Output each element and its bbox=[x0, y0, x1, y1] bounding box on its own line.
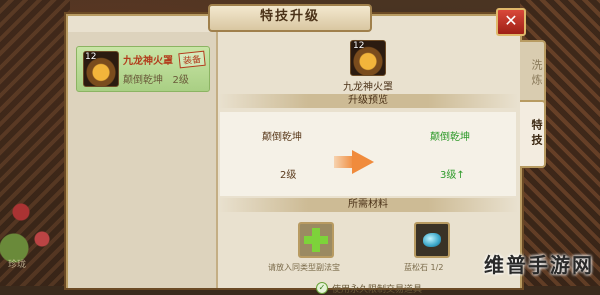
background-flowers bbox=[0, 176, 70, 266]
skill-list-pane: 12 九龙神火罩 颠倒乾坤 2级 装备 bbox=[68, 32, 218, 288]
equipped-badge: 装备 bbox=[178, 50, 206, 69]
item-name: 九龙神火罩 bbox=[123, 56, 173, 67]
selected-name: 九龙神火罩 bbox=[343, 82, 393, 93]
window-title: 特技升级 bbox=[208, 4, 372, 32]
upgrade-arrow-tail bbox=[334, 156, 354, 168]
upgrade-arrow-icon bbox=[352, 150, 374, 174]
add-material-slot[interactable] bbox=[298, 222, 334, 258]
add-material-label: 请放入同类型副法宝 bbox=[268, 263, 340, 272]
selected-treasure-icon: 12 bbox=[350, 40, 386, 76]
materials-section-title: 所需材料 bbox=[218, 198, 518, 212]
treasure-icon: 12 bbox=[83, 51, 119, 87]
tab-refine[interactable]: 洗炼 bbox=[520, 40, 546, 108]
skill-list-item[interactable]: 12 九龙神火罩 颠倒乾坤 2级 装备 bbox=[76, 46, 210, 92]
current-skill-level: 2级 bbox=[280, 170, 297, 181]
item-skill-level: 2级 bbox=[172, 75, 189, 86]
selected-level: 12 bbox=[353, 41, 365, 51]
preview-section-title: 升级预览 bbox=[218, 94, 518, 108]
gem-icon bbox=[423, 233, 441, 247]
watermark-logo: 维普手游网 bbox=[484, 253, 594, 277]
item-skill-name: 颠倒乾坤 bbox=[123, 75, 163, 86]
use-limited-checkbox[interactable]: ✓ bbox=[316, 282, 328, 294]
stone-material-slot[interactable] bbox=[414, 222, 450, 258]
upgrade-content: 12 九龙神火罩 升级预览 颠倒乾坤 2级 颠倒乾坤 3级↑ 所需材料 请放入同… bbox=[218, 32, 518, 295]
use-limited-label: 使用永久限制交易道具 bbox=[332, 285, 423, 295]
item-level: 12 bbox=[85, 52, 97, 62]
skill-upgrade-panel: 特技升级 ✕ 12 九龙神火罩 颠倒乾坤 2级 装备 12 九龙神火罩 升级预览… bbox=[66, 4, 546, 295]
background-text: 珍珑 bbox=[8, 260, 27, 270]
current-skill-name: 颠倒乾坤 bbox=[262, 132, 302, 143]
next-skill-name: 颠倒乾坤 bbox=[430, 132, 470, 143]
stone-material-label: 蓝松石 1/2 bbox=[404, 263, 444, 272]
item-skill: 颠倒乾坤 2级 bbox=[123, 71, 189, 86]
next-skill-level: 3级↑ bbox=[440, 170, 465, 181]
tab-skill[interactable]: 特技 bbox=[520, 100, 546, 168]
